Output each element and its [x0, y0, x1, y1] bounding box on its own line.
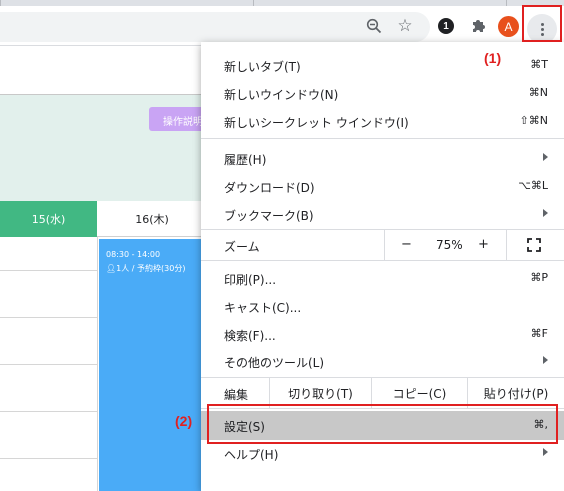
- menu-downloads[interactable]: ダウンロード(D) ⌥⌘L: [201, 172, 564, 200]
- extension-1password-icon[interactable]: 1: [436, 16, 456, 36]
- menu-cast[interactable]: キャスト(C)...: [201, 292, 564, 320]
- menu-shortcut: ⌘P: [530, 271, 548, 284]
- event-time: 08:30 - 14:00: [106, 250, 161, 259]
- menu-shortcut: ⌘N: [528, 86, 548, 99]
- menu-history[interactable]: 履歴(H): [201, 144, 564, 172]
- menu-print[interactable]: 印刷(P)... ⌘P: [201, 264, 564, 292]
- guide-button[interactable]: 操作説明: [149, 107, 209, 131]
- menu-label: 新しいタブ(T): [224, 60, 301, 74]
- menu-new-tab[interactable]: 新しいタブ(T) ⌘T: [201, 51, 564, 79]
- menu-label: その他のツール(L): [224, 356, 325, 370]
- person-icon: 👤︎: [106, 264, 117, 273]
- menu-label: キャスト(C)...: [224, 301, 302, 315]
- menu-bookmarks[interactable]: ブックマーク(B): [201, 200, 564, 228]
- submenu-arrow-icon: [543, 356, 548, 364]
- browser-toolbar: ☆ 1 A: [0, 6, 564, 46]
- menu-label: 新しいシークレット ウインドウ(I): [224, 116, 409, 130]
- submenu-arrow-icon: [543, 153, 548, 161]
- menu-divider: [201, 260, 564, 261]
- menu-shortcut: ⇧⌘N: [519, 114, 548, 127]
- event-detail: 1人 / 予約枠(30分): [116, 264, 186, 273]
- menu-label: ブックマーク(B): [224, 209, 314, 223]
- zoom-divider: [506, 230, 507, 260]
- menu-label: 検索(F)...: [224, 329, 276, 343]
- grid-line: [0, 364, 97, 365]
- grid-line: [0, 458, 97, 459]
- fullscreen-icon[interactable]: [527, 238, 541, 252]
- menu-more-tools[interactable]: その他のツール(L): [201, 347, 564, 375]
- menu-shortcut: ⌘F: [530, 327, 548, 340]
- calendar-event[interactable]: 08:30 - 14:00 👤︎1人 / 予約枠(30分): [99, 239, 211, 491]
- menu-label: 印刷(P)...: [224, 273, 277, 287]
- grid-line: [0, 317, 97, 318]
- menu-zoom: ズーム − 75% +: [201, 230, 564, 260]
- menu-incognito-window[interactable]: 新しいシークレット ウインドウ(I) ⇧⌘N: [201, 107, 564, 135]
- zoom-level: 75%: [436, 238, 463, 252]
- menu-find[interactable]: 検索(F)... ⌘F: [201, 320, 564, 348]
- extensions-puzzle-icon[interactable]: [468, 16, 488, 36]
- menu-new-window[interactable]: 新しいウインドウ(N) ⌘N: [201, 79, 564, 107]
- zoom-minus-button[interactable]: −: [401, 237, 412, 252]
- calendar-day-thu[interactable]: 16(木): [97, 201, 207, 237]
- highlight-box-menu-button: [522, 5, 562, 42]
- zoom-plus-button[interactable]: +: [478, 237, 489, 252]
- menu-label: 編集: [224, 388, 249, 402]
- menu-shortcut: ⌥⌘L: [518, 179, 548, 192]
- menu-label: ダウンロード(D): [224, 181, 315, 195]
- bookmark-star-icon[interactable]: ☆: [395, 16, 415, 36]
- submenu-arrow-icon: [543, 448, 548, 456]
- zoom-controls: − 75% +: [384, 230, 564, 260]
- menu-label: ズーム: [224, 240, 260, 254]
- menu-shortcut: ⌘T: [530, 58, 548, 71]
- step-2-label: (2): [175, 413, 193, 429]
- step-1-label: (1): [484, 50, 502, 66]
- profile-avatar[interactable]: A: [498, 16, 519, 37]
- grid-line: [0, 270, 97, 271]
- grid-line: [0, 411, 97, 412]
- menu-label: ヘルプ(H): [224, 448, 279, 462]
- submenu-arrow-icon: [543, 209, 548, 217]
- calendar-day-wed[interactable]: 15(水): [0, 201, 97, 237]
- highlight-box-settings: [207, 404, 558, 444]
- zoom-out-icon[interactable]: [364, 16, 384, 36]
- grid-line: [97, 237, 98, 491]
- menu-label: 新しいウインドウ(N): [224, 88, 339, 102]
- menu-label: 履歴(H): [224, 153, 267, 167]
- menu-divider: [201, 138, 564, 139]
